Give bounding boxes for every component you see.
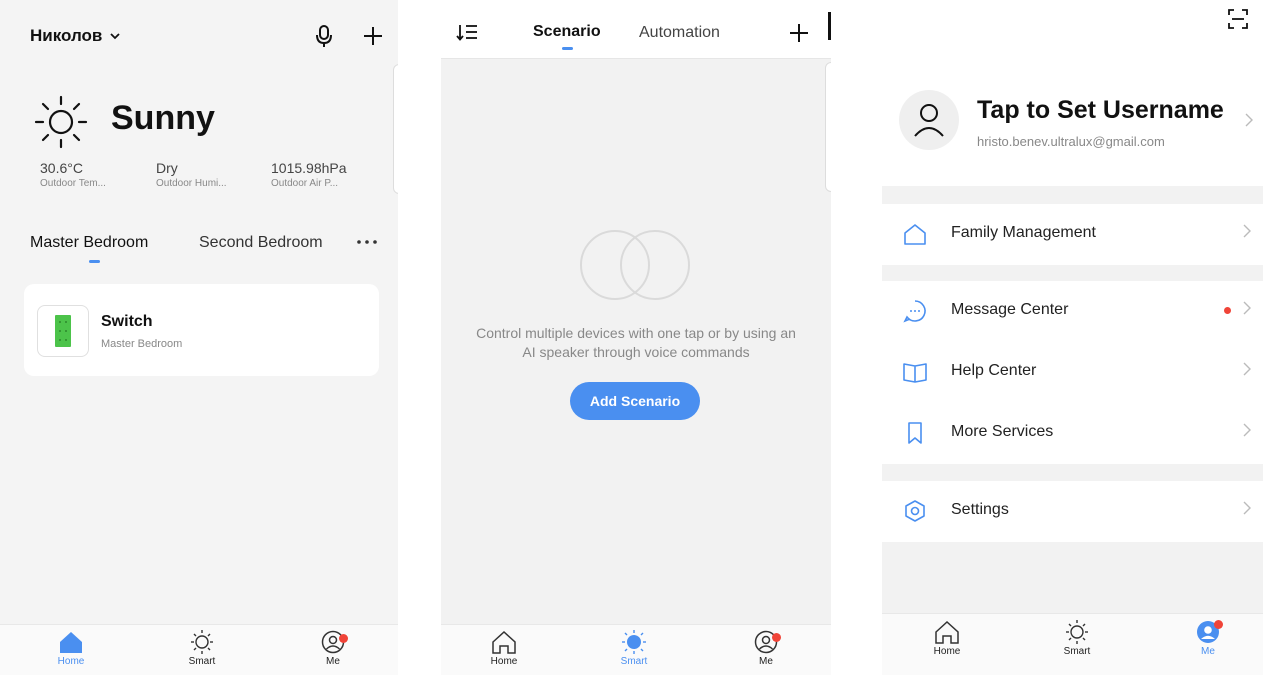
notification-dot (1214, 620, 1223, 629)
active-tab-indicator (562, 47, 573, 50)
house-icon (904, 224, 926, 245)
username[interactable]: Tap to Set Username (977, 96, 1224, 125)
temperature-value: 30.6°C (40, 160, 83, 176)
sun-icon (34, 95, 88, 149)
menu-more-services[interactable]: More Services (882, 403, 1263, 464)
tab-home[interactable]: Home (464, 625, 544, 675)
sort-icon[interactable] (456, 24, 478, 42)
pressure-value: 1015.98hPa (271, 160, 347, 176)
tab-smart[interactable]: Smart (1037, 614, 1117, 664)
family-selector[interactable]: Николов (30, 26, 121, 46)
tab-me-label: Me (1201, 646, 1215, 657)
tab-home[interactable]: Home (31, 625, 111, 675)
menu-settings[interactable]: Settings (882, 481, 1263, 542)
device-thumbnail (37, 305, 89, 357)
sun-outline-icon (1066, 620, 1088, 644)
menu-label: Family Management (951, 224, 1096, 241)
side-card-edge (393, 64, 398, 194)
notification-dot (772, 633, 781, 642)
chevron-right-icon (1243, 501, 1251, 515)
sun-outline-icon (191, 630, 213, 654)
notification-dot (339, 634, 348, 643)
bottom-tab-bar: Home Smart Me (0, 624, 398, 675)
tab-smart-label: Smart (1063, 646, 1091, 657)
sun-icon (622, 630, 646, 654)
chevron-right-icon (1243, 301, 1251, 315)
chevron-down-icon (110, 33, 120, 40)
user-icon (914, 104, 944, 137)
chevron-right-icon[interactable] (1245, 113, 1253, 127)
user-email: hristo.benev.ultralux@gmail.com (977, 134, 1165, 149)
empty-state-text: Control multiple devices with one tap or… (441, 324, 831, 362)
menu-help-center[interactable]: Help Center (882, 342, 1263, 403)
room-tab-second-bedroom[interactable]: Second Bedroom (199, 234, 323, 252)
menu-label: More Services (951, 423, 1054, 440)
room-tab-master-bedroom[interactable]: Master Bedroom (30, 234, 148, 252)
switch-device-icon (55, 315, 71, 347)
tab-me-label: Me (759, 656, 773, 667)
menu-message-center[interactable]: Message Center (882, 281, 1263, 342)
home-screen: Николов Sunny 30.6°C Outdoor Tem... Dry … (0, 0, 398, 675)
tab-home-label: Home (490, 656, 518, 667)
bottom-tab-bar: Home Smart Me (882, 613, 1263, 675)
tab-me[interactable]: Me (293, 625, 373, 675)
edge-divider (828, 12, 831, 40)
tab-smart[interactable]: Smart (594, 625, 674, 675)
menu-label: Help Center (951, 362, 1037, 379)
bottom-tab-bar: Home Smart Me (441, 624, 831, 675)
family-name: Николов (30, 26, 103, 45)
chevron-right-icon (1243, 224, 1251, 238)
home-outline-icon (492, 630, 516, 654)
more-icon[interactable] (356, 238, 378, 246)
tab-smart[interactable]: Smart (162, 625, 242, 675)
settings-icon (905, 500, 925, 522)
chevron-right-icon (1243, 423, 1251, 437)
message-icon (903, 300, 926, 323)
avatar[interactable] (899, 90, 959, 150)
tab-home-label: Home (933, 646, 961, 657)
book-icon (903, 363, 927, 383)
device-card-switch[interactable]: Switch Master Bedroom (24, 284, 379, 376)
humidity-value: Dry (156, 160, 178, 176)
chevron-right-icon (1243, 362, 1251, 376)
tab-home-label: Home (57, 656, 85, 667)
tab-me[interactable]: Me (726, 625, 806, 675)
weather-condition: Sunny (111, 99, 215, 137)
temperature-label: Outdoor Tem... (40, 178, 106, 189)
profile-header: Tap to Set Username hristo.benev.ultralu… (882, 0, 1263, 186)
tab-smart-label: Smart (620, 656, 648, 667)
tab-me-label: Me (326, 656, 340, 667)
empty-state-line1: Control multiple devices with one tap or… (476, 325, 796, 341)
bookmark-icon (908, 422, 922, 444)
unread-dot (1224, 307, 1231, 314)
me-screen: Tap to Set Username hristo.benev.ultralu… (882, 0, 1263, 675)
side-card-edge (825, 62, 831, 192)
smart-header: Scenario Automation (441, 0, 831, 59)
tab-home[interactable]: Home (907, 614, 987, 664)
add-scenario-button[interactable]: Add Scenario (570, 382, 700, 420)
tab-scenario[interactable]: Scenario (533, 23, 601, 41)
pressure-label: Outdoor Air P... (271, 178, 339, 189)
menu-label: Message Center (951, 301, 1069, 318)
tab-automation[interactable]: Automation (639, 24, 720, 42)
tab-me[interactable]: Me (1168, 614, 1248, 664)
smart-screen: Scenario Automation Control multiple dev… (441, 0, 831, 675)
add-icon[interactable] (788, 22, 810, 44)
active-tab-indicator (89, 260, 100, 263)
add-icon[interactable] (362, 25, 384, 47)
empty-state-line2: AI speaker through voice commands (522, 344, 750, 360)
menu-label: Settings (951, 501, 1009, 518)
microphone-icon[interactable] (314, 23, 334, 49)
humidity-label: Outdoor Humi... (156, 178, 227, 189)
tab-smart-label: Smart (188, 656, 216, 667)
device-room: Master Bedroom (101, 338, 183, 350)
menu-family-management[interactable]: Family Management (882, 204, 1263, 265)
scan-icon[interactable] (1228, 9, 1248, 29)
home-outline-icon (935, 620, 959, 644)
scenario-rings-icon (580, 230, 690, 300)
home-icon (60, 632, 82, 653)
device-name: Switch (101, 313, 153, 330)
